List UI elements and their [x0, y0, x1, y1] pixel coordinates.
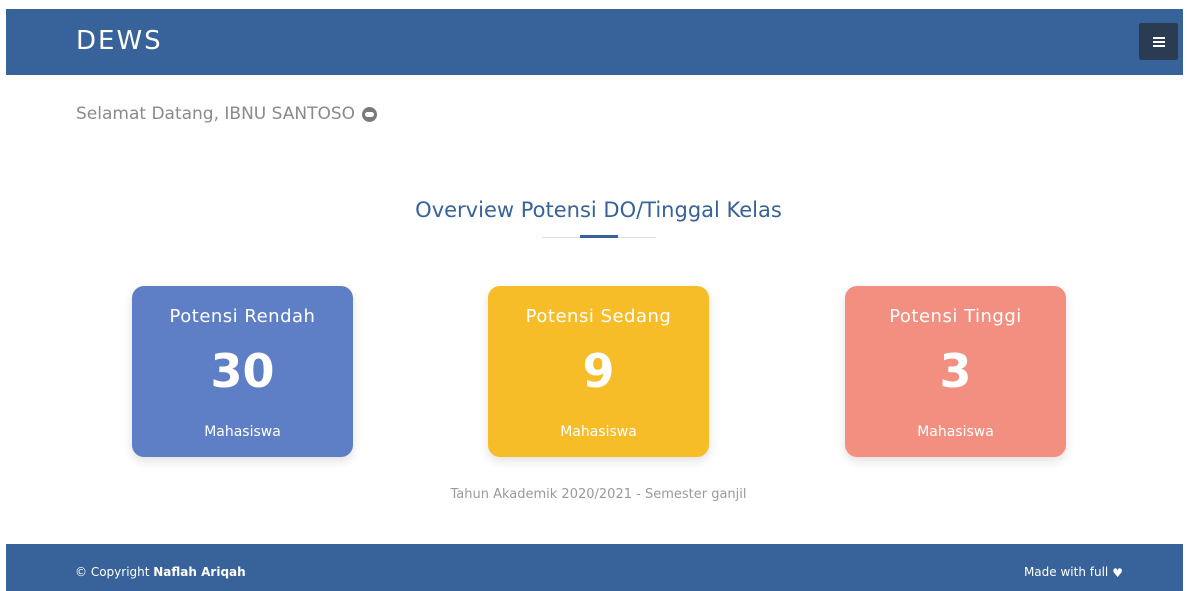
welcome-message: Selamat Datang, IBNU SANTOSO	[76, 103, 378, 125]
made-with: Made with full ♥	[1024, 564, 1123, 581]
card-title: Potensi Sedang	[525, 306, 672, 327]
menu-button[interactable]	[1139, 23, 1178, 60]
mask-icon	[362, 106, 378, 122]
card-title: Potensi Tinggi	[889, 306, 1022, 327]
card-value: 9	[582, 344, 615, 398]
heart-icon: ♥	[1112, 565, 1123, 580]
card-unit: Mahasiswa	[560, 424, 637, 440]
potensi-tinggi-card[interactable]: Potensi Tinggi 3 Mahasiswa	[845, 286, 1066, 457]
brand-title[interactable]: DEWS	[76, 26, 163, 56]
welcome-text: Selamat Datang, IBNU SANTOSO	[76, 104, 356, 124]
card-value: 3	[939, 344, 972, 398]
page: DEWS Selamat Datang, IBNU SANTOSO Overvi…	[0, 0, 1187, 591]
top-navbar: DEWS	[6, 9, 1183, 75]
card-value: 30	[210, 344, 275, 398]
card-unit: Mahasiswa	[917, 424, 994, 440]
copyright-prefix: © Copyright	[75, 565, 154, 579]
footer: © Copyright Naflah Ariqah Made with full…	[6, 544, 1183, 591]
overview-title: Overview Potensi DO/Tinggal Kelas	[415, 198, 782, 222]
potensi-sedang-card[interactable]: Potensi Sedang 9 Mahasiswa	[488, 286, 709, 457]
academic-year-text: Tahun Akademik 2020/2021 - Semester ganj…	[450, 487, 747, 502]
card-title: Potensi Rendah	[169, 306, 316, 327]
potensi-rendah-card[interactable]: Potensi Rendah 30 Mahasiswa	[132, 286, 353, 457]
copyright: © Copyright Naflah Ariqah	[75, 564, 246, 581]
hamburger-menu-icon	[1152, 36, 1165, 47]
author-name: Naflah Ariqah	[153, 565, 246, 579]
card-unit: Mahasiswa	[204, 424, 281, 440]
title-divider-accent	[580, 235, 618, 238]
made-with-text: Made with full	[1023, 565, 1109, 579]
